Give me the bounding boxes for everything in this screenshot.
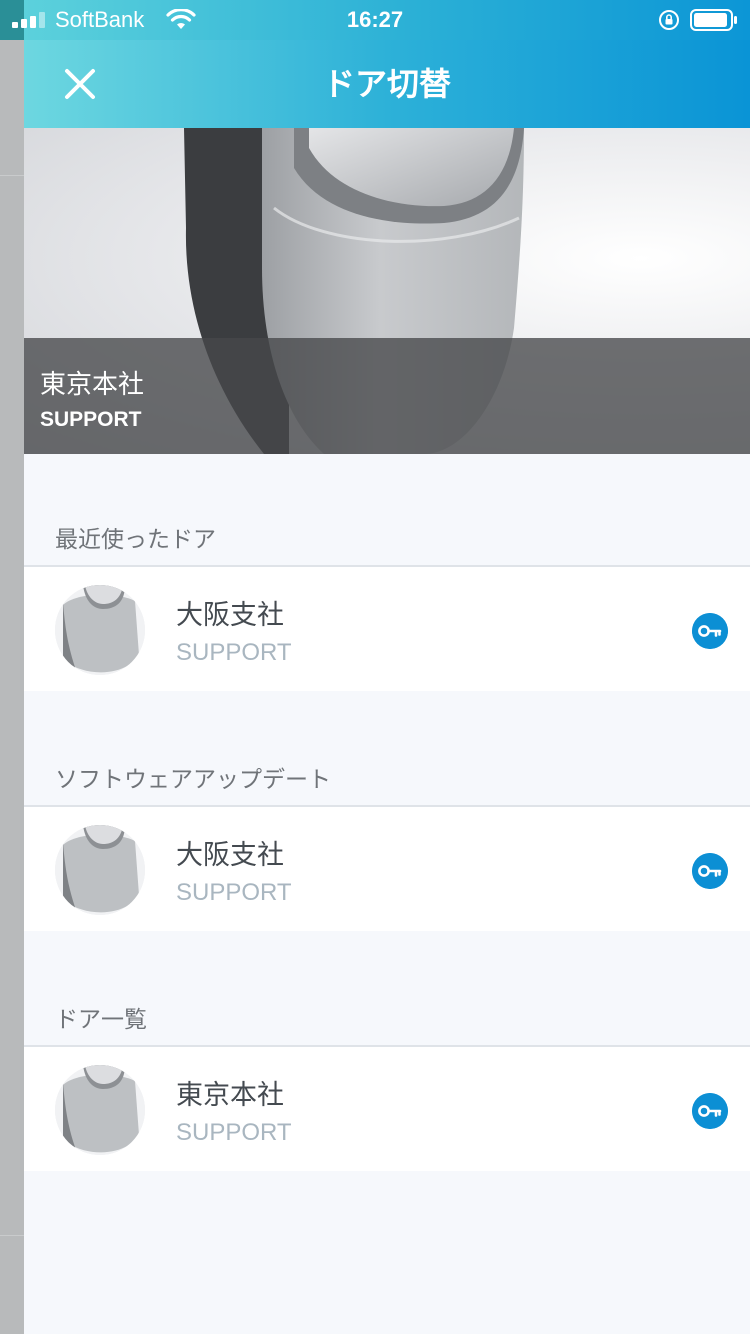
- current-door-group: SUPPORT: [40, 408, 142, 431]
- door-group: SUPPORT: [176, 879, 292, 906]
- door-switch-sheet: ドア切替 東京本社 SUPPORT 最近使ったドア 大阪支社 SUPPORT ソ…: [24, 40, 750, 1334]
- nav-bar: ドア切替: [24, 40, 750, 128]
- section-label-recent: 最近使ったドア: [55, 527, 216, 553]
- door-thumbnail: [55, 585, 145, 675]
- door-name: 大阪支社: [176, 840, 284, 871]
- door-thumbnail: [55, 1065, 145, 1155]
- close-icon[interactable]: [58, 62, 102, 106]
- key-icon[interactable]: [692, 1093, 728, 1129]
- door-list-item[interactable]: 大阪支社 SUPPORT: [24, 565, 750, 691]
- door-name: 大阪支社: [176, 600, 284, 631]
- door-list-item[interactable]: 大阪支社 SUPPORT: [24, 805, 750, 931]
- battery-icon: [690, 9, 737, 31]
- status-bar: SoftBank 16:27: [0, 0, 750, 40]
- rotation-lock-icon: [659, 10, 679, 30]
- hero-caption: 東京本社 SUPPORT: [24, 338, 750, 454]
- door-thumbnail: [55, 825, 145, 915]
- current-door-name: 東京本社: [40, 370, 145, 400]
- key-icon[interactable]: [692, 853, 728, 889]
- nav-title: ドア切替: [322, 65, 451, 103]
- door-name: 東京本社: [176, 1080, 284, 1111]
- section-label-software-update: ソフトウェアアップデート: [55, 767, 331, 793]
- door-group: SUPPORT: [176, 1119, 292, 1146]
- current-door-hero: 東京本社 SUPPORT: [24, 128, 750, 454]
- door-list-item[interactable]: 東京本社 SUPPORT: [24, 1045, 750, 1171]
- key-icon[interactable]: [692, 613, 728, 649]
- section-label-door-list: ドア一覧: [55, 1007, 147, 1033]
- door-group: SUPPORT: [176, 639, 292, 666]
- background-app-sliver: [0, 40, 24, 1334]
- status-time: 16:27: [346, 7, 404, 32]
